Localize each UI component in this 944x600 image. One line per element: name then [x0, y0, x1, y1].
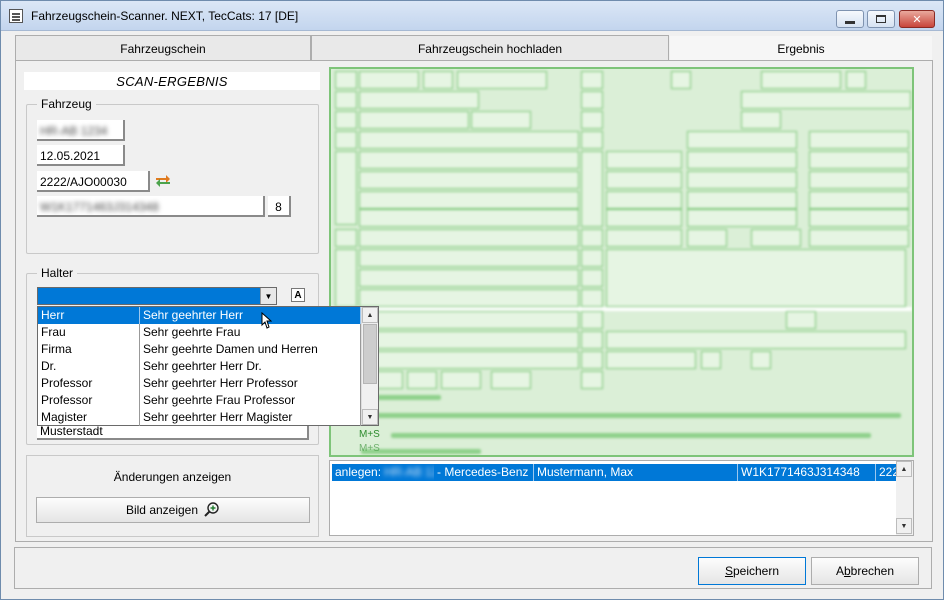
salutation-options-list: Herr Sehr geehrter Herr Frau Sehr geehrt…	[37, 306, 379, 426]
show-image-button[interactable]: Bild anzeigen	[36, 497, 310, 523]
zoom-in-icon	[204, 502, 219, 517]
salutation-option[interactable]: Herr Sehr geehrter Herr	[38, 307, 361, 324]
app-icon	[9, 9, 23, 23]
salutation-option[interactable]: Professor Sehr geehrte Frau Professor	[38, 392, 361, 409]
minimize-button[interactable]	[836, 10, 864, 28]
scan-result-heading: SCAN-ERGEBNIS	[24, 72, 320, 90]
registration-date-field[interactable]: 12.05.2021	[37, 145, 125, 166]
preview-text-mark: M+S	[359, 429, 380, 440]
maximize-icon	[876, 15, 886, 23]
tab-fahrzeugschein[interactable]: Fahrzeugschein	[15, 35, 311, 61]
result-plate: HR-AB 12	[384, 465, 434, 479]
maximize-button[interactable]	[867, 10, 895, 28]
tab-bar: Fahrzeugschein Fahrzeugschein hochladen …	[15, 35, 933, 61]
changes-panel: Änderungen anzeigen	[26, 455, 319, 537]
result-extra: 222	[879, 465, 896, 479]
salutation-option[interactable]: Firma Sehr geehrte Damen und Herren	[38, 341, 361, 358]
scroll-thumb[interactable]	[363, 324, 377, 384]
result-owner: Mustermann, Max	[534, 464, 738, 481]
halter-group-label: Halter	[37, 266, 78, 280]
scroll-up-icon[interactable]: ▲	[896, 461, 912, 477]
license-plate-field[interactable]: HR-AB 1234	[37, 120, 125, 141]
scan-document-image	[331, 69, 912, 455]
minimize-icon	[845, 20, 855, 24]
vin-field[interactable]: W1K1771463J314348	[37, 196, 265, 217]
tab-ergebnis[interactable]: Ergebnis	[669, 35, 933, 61]
mouse-pointer-icon	[261, 312, 272, 329]
close-icon: ✕	[912, 13, 922, 26]
result-vin: W1K1771463J314348	[738, 464, 876, 481]
result-make: - Mercedes-Benz	[434, 464, 534, 481]
cancel-button[interactable]: Abbrechen	[811, 557, 919, 585]
vin-check-digit-field[interactable]: 8	[268, 196, 291, 217]
key-number-field[interactable]: 2222/AJO00030	[37, 171, 150, 192]
swap-arrows-icon[interactable]	[155, 174, 171, 188]
tab-label: Ergebnis	[777, 41, 825, 56]
save-label: Speichern	[724, 564, 780, 578]
result-row[interactable]: anlegen: HR-AB 12 - Mercedes-Benz Muster…	[332, 464, 896, 481]
tab-label: Fahrzeugschein	[120, 41, 206, 56]
salutation-option[interactable]: Professor Sehr geehrter Herr Professor	[38, 375, 361, 392]
result-action: anlegen: HR-AB 12	[332, 464, 434, 481]
tab-fahrzeugschein-hochladen[interactable]: Fahrzeugschein hochladen	[311, 35, 669, 61]
tab-label: Fahrzeugschein hochladen	[417, 41, 563, 56]
salutation-option[interactable]: Magister Sehr geehrter Herr Magister	[38, 409, 361, 426]
cancel-label: Abbrechen	[835, 564, 895, 578]
chevron-down-icon[interactable]: ▼	[260, 288, 276, 304]
show-image-label: Bild anzeigen	[125, 503, 199, 517]
preview-text-mark: M+S	[359, 443, 380, 454]
scroll-up-icon[interactable]: ▲	[362, 307, 378, 323]
title-bar: Fahrzeugschein-Scanner. NEXT, TecCats: 1…	[1, 1, 943, 31]
scroll-down-icon[interactable]: ▼	[362, 409, 378, 425]
save-button[interactable]: Speichern	[698, 557, 806, 585]
font-style-button[interactable]: A	[291, 288, 305, 302]
changes-label: Änderungen anzeigen	[113, 470, 232, 484]
result-scrollbar[interactable]: ▲ ▼	[896, 461, 913, 535]
result-list: anlegen: HR-AB 12 - Mercedes-Benz Muster…	[329, 460, 914, 536]
scan-document-preview: M+S M+S	[329, 67, 914, 457]
salutation-option[interactable]: Dr. Sehr geehrter Herr Dr.	[38, 358, 361, 375]
salutation-option[interactable]: Frau Sehr geehrte Frau	[38, 324, 361, 341]
fahrzeug-group-label: Fahrzeug	[37, 97, 96, 111]
close-button[interactable]: ✕	[899, 10, 935, 28]
options-scrollbar[interactable]: ▲ ▼	[361, 307, 378, 425]
salutation-dropdown[interactable]: ▼	[37, 287, 277, 305]
window-title: Fahrzeugschein-Scanner. NEXT, TecCats: 1…	[31, 9, 299, 23]
scroll-down-icon[interactable]: ▼	[896, 518, 912, 534]
